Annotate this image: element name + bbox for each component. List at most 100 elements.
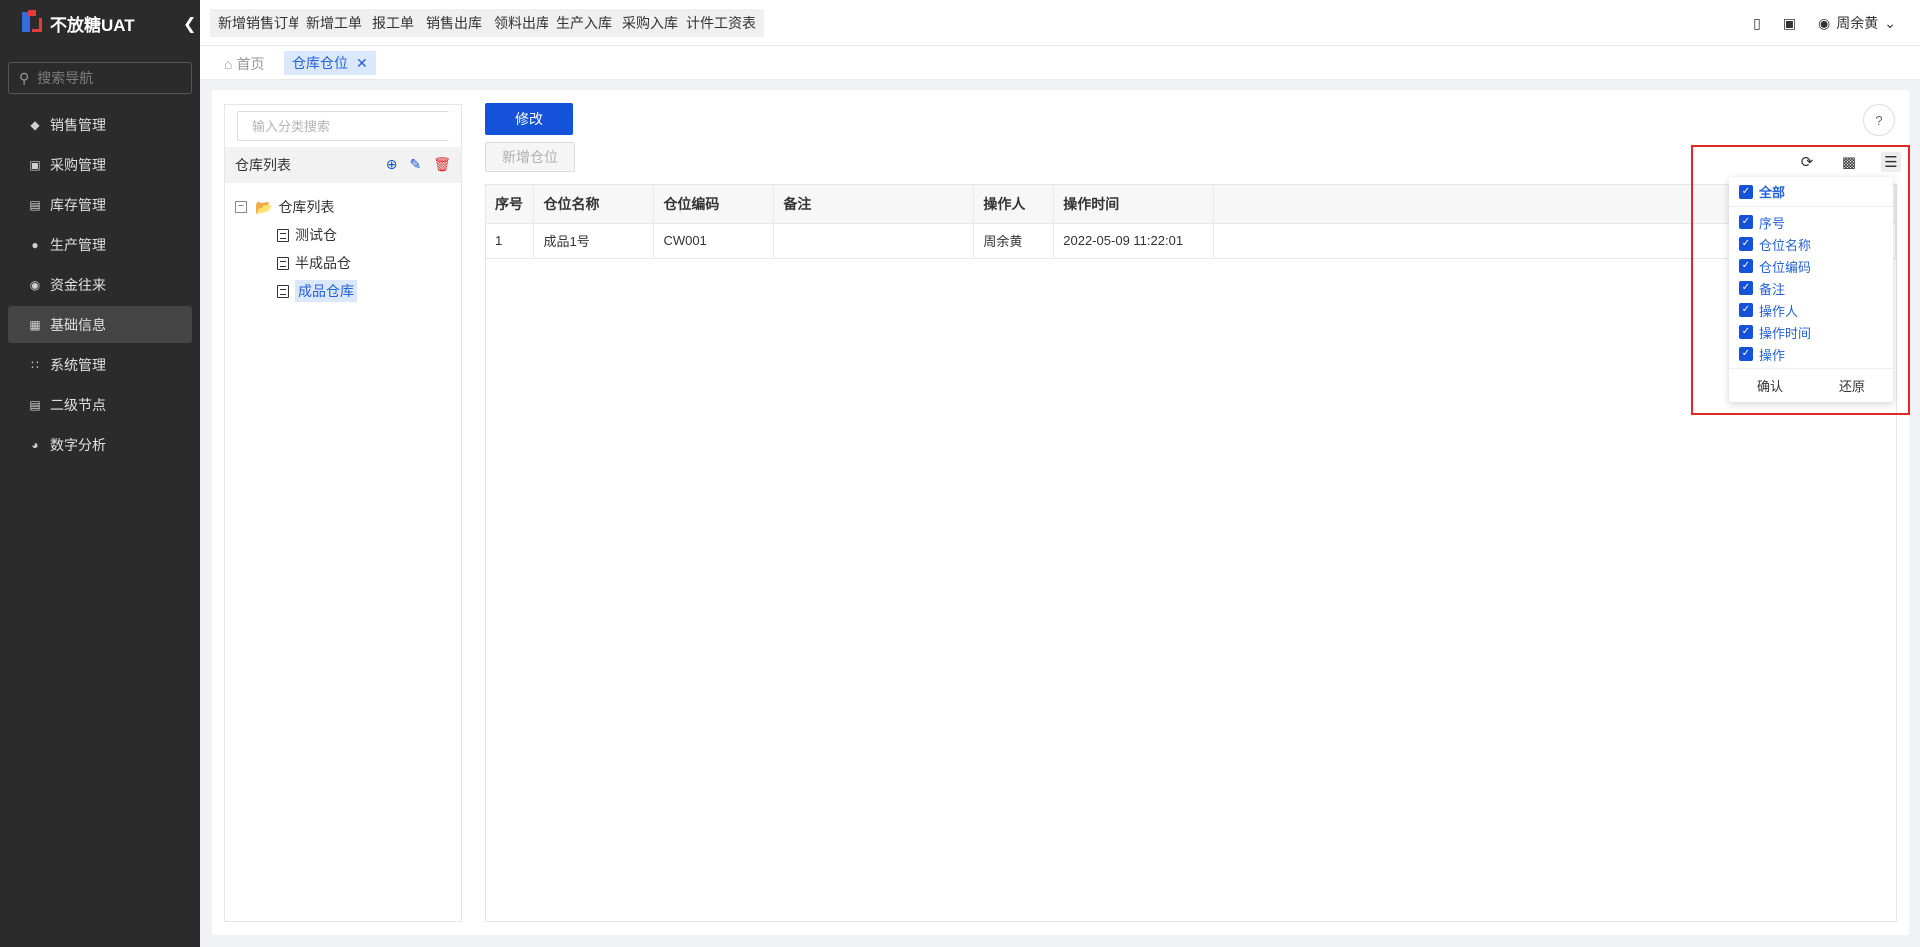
column-option-label: 备注: [1759, 281, 1786, 297]
table-cell: 成品1号: [533, 223, 655, 259]
document-icon: [277, 228, 289, 242]
sidebar-item-label: 数字分析: [50, 436, 106, 453]
quick-action-button[interactable]: 报工单: [364, 9, 422, 37]
checkbox-checked-icon[interactable]: ✓: [1739, 237, 1753, 251]
tab-warehouse-location[interactable]: 仓库仓位 ✕: [284, 51, 376, 75]
sidebar-item-label: 资金往来: [50, 276, 106, 293]
screen-icon[interactable]: ▣: [1783, 15, 1796, 32]
tree-search-input[interactable]: [252, 112, 452, 140]
sidebar-item[interactable]: ◕ 数字分析: [8, 426, 192, 463]
money-icon: ◉: [29, 277, 41, 292]
sidebar-item-label: 销售管理: [50, 116, 106, 133]
column-option[interactable]: ✓ 仓位编码: [1729, 255, 1893, 277]
user-menu[interactable]: ◉ 周余黄 ⌄: [1818, 13, 1896, 33]
confirm-button[interactable]: 确认: [1757, 376, 1783, 395]
column-settings-icon[interactable]: ☰: [1881, 152, 1901, 172]
quick-action-button[interactable]: 销售出库: [418, 9, 490, 37]
sidebar-item[interactable]: ▤ 二级节点: [8, 386, 192, 423]
tree-title: 仓库列表: [235, 157, 291, 173]
main-panel: 仓库列表 ⊕ ✎ 🗑 − 📂 仓库列表 测试仓半成品仓成品仓库 修改 新增仓位 …: [212, 90, 1909, 935]
table-cell: [773, 223, 975, 259]
quick-action-button[interactable]: 新增销售订单: [210, 9, 310, 37]
box-icon: ▤: [29, 197, 41, 212]
sidebar-item-label: 库存管理: [50, 196, 106, 213]
delete-icon[interactable]: 🗑: [433, 156, 451, 173]
sidebar-item[interactable]: ▦ 基础信息: [8, 306, 192, 343]
column-option[interactable]: ✓ 仓位名称: [1729, 233, 1893, 255]
checkbox-checked-icon[interactable]: ✓: [1739, 303, 1753, 317]
checkbox-checked-icon[interactable]: ✓: [1739, 184, 1753, 199]
sidebar: 不放糖UAT ❮ ⚲ ◆ 销售管理 ▣ 采购管理 ▤ 库存管理 ● 生产管理 ◉ 资金往来 ▦ 基础信…: [0, 0, 200, 947]
close-icon[interactable]: ✕: [356, 51, 368, 75]
sidebar-item-label: 二级节点: [50, 396, 106, 413]
table-cell: 周余黄: [973, 223, 1055, 259]
user-name: 周余黄: [1836, 15, 1879, 31]
tree-node[interactable]: 成品仓库: [225, 277, 461, 305]
column-option[interactable]: ✓ 备注: [1729, 277, 1893, 299]
add-circle-icon[interactable]: ⊕: [386, 156, 398, 173]
tree-body: − 📂 仓库列表 测试仓 半成品仓成品仓库: [225, 183, 461, 305]
location-table-wrap: 序号 仓位名称 仓位编码 备注 操作人 操作时间 1 成品1号 CW001 周余黄 2022-05…: [485, 184, 1897, 922]
table-tools: ⟳ ▩ ☰: [1797, 152, 1901, 172]
document-icon: [277, 284, 289, 298]
edit-icon[interactable]: ✎: [409, 156, 421, 173]
column-header[interactable]: 仓位编码: [653, 185, 775, 224]
column-option[interactable]: ✓ 操作: [1729, 343, 1893, 365]
tree-root-node[interactable]: − 📂 仓库列表: [225, 193, 461, 221]
column-header[interactable]: 备注: [773, 185, 975, 224]
quick-action-button[interactable]: 生产入库: [548, 9, 620, 37]
table-cell: CW001: [653, 223, 775, 259]
quick-action-button[interactable]: 采购入库: [614, 9, 686, 37]
checkbox-checked-icon[interactable]: ✓: [1739, 281, 1753, 295]
column-option[interactable]: ✓ 操作时间: [1729, 321, 1893, 343]
quick-action-button[interactable]: 计件工资表: [678, 9, 764, 37]
sidebar-item[interactable]: ● 生产管理: [8, 226, 192, 263]
mobile-icon[interactable]: ▯: [1753, 15, 1761, 32]
nav-search-input[interactable]: [37, 70, 178, 86]
tab-home[interactable]: ⌂ 首页: [224, 54, 264, 74]
reset-button[interactable]: 还原: [1839, 376, 1865, 395]
chevron-left-icon[interactable]: ❮: [183, 14, 196, 34]
sidebar-item[interactable]: ▣ 采购管理: [8, 146, 192, 183]
quick-action-button[interactable]: 新增工单: [298, 9, 370, 37]
column-header[interactable]: 操作人: [973, 185, 1055, 224]
doc-icon: ▤: [29, 397, 41, 412]
checkbox-checked-icon[interactable]: ✓: [1739, 215, 1753, 229]
edit-button[interactable]: 修改: [485, 103, 573, 135]
tab-home-label: 首页: [236, 56, 265, 72]
tree-node-label: 成品仓库: [295, 280, 357, 302]
column-option[interactable]: ✓ 序号: [1729, 211, 1893, 233]
sidebar-item-label: 生产管理: [50, 236, 106, 253]
column-option-all[interactable]: ✓ 全部: [1729, 177, 1893, 207]
table-row[interactable]: 1 成品1号 CW001 周余黄 2022-05-09 11:22:01: [486, 223, 1896, 259]
nav-search[interactable]: ⚲: [8, 62, 192, 94]
refresh-icon[interactable]: ⟳: [1797, 152, 1817, 172]
checkbox-checked-icon[interactable]: ✓: [1739, 347, 1753, 361]
column-option-label: 全部: [1759, 185, 1786, 200]
document-icon: [277, 256, 289, 270]
column-header[interactable]: 仓位名称: [533, 185, 655, 224]
column-option[interactable]: ✓ 操作人: [1729, 299, 1893, 321]
sidebar-item[interactable]: ∷ 系统管理: [8, 346, 192, 383]
column-header[interactable]: 序号: [486, 185, 535, 224]
sidebar-item[interactable]: ◉ 资金往来: [8, 266, 192, 303]
column-options: ✓ 序号 ✓ 仓位名称 ✓ 仓位编码 ✓ 备注 ✓ 操作人 ✓ 操作时间 ✓ 操作: [1729, 211, 1893, 365]
sidebar-item-label: 系统管理: [50, 356, 106, 373]
collapse-icon[interactable]: −: [235, 201, 247, 213]
add-location-button[interactable]: 新增仓位: [485, 142, 575, 172]
tree-node[interactable]: 测试仓: [225, 221, 461, 249]
tree-children: 测试仓 半成品仓成品仓库: [225, 221, 461, 305]
density-icon[interactable]: ▩: [1839, 152, 1859, 172]
tree-node[interactable]: 半成品仓: [225, 249, 461, 277]
checkbox-checked-icon[interactable]: ✓: [1739, 325, 1753, 339]
chevron-down-icon: ⌄: [1884, 14, 1896, 31]
checkbox-checked-icon[interactable]: ✓: [1739, 259, 1753, 273]
column-option-label: 操作时间: [1759, 325, 1812, 341]
help-icon[interactable]: ?: [1863, 104, 1895, 136]
column-option-label: 序号: [1759, 215, 1786, 231]
sidebar-item[interactable]: ◆ 销售管理: [8, 106, 192, 143]
sidebar-item[interactable]: ▤ 库存管理: [8, 186, 192, 223]
tree-search[interactable]: [237, 111, 452, 141]
table-cell: 1: [486, 223, 535, 259]
column-header[interactable]: 操作时间: [1053, 185, 1215, 224]
